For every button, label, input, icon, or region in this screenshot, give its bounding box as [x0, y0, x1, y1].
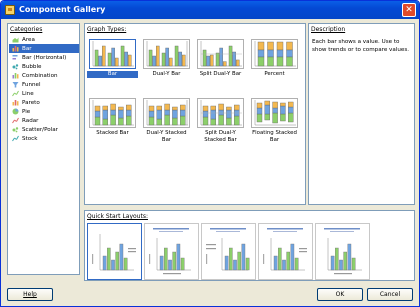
graph-type-label: Floating Stacked Bar — [252, 130, 297, 143]
category-item[interactable]: Bubble — [9, 62, 79, 71]
category-item-label: Bar (Horizontal) — [22, 54, 67, 61]
graph-type-option[interactable]: Dual-Y Stacked Bar — [141, 96, 192, 152]
quick-start-layout-thumbnail[interactable] — [258, 223, 313, 280]
category-item[interactable]: Funnel — [9, 80, 79, 89]
category-item[interactable]: Bar (Horizontal) — [9, 53, 79, 62]
graph-types-panel: Graph Types: Bar Dual-Y Bar Split Dual-Y B… — [84, 23, 306, 205]
category-item[interactable]: Stock — [9, 134, 79, 143]
graph-type-thumbnail — [143, 98, 190, 128]
category-item-label: Funnel — [22, 81, 41, 88]
graph-type-label: Percent — [264, 71, 285, 77]
close-button[interactable]: ✕ — [402, 3, 416, 17]
category-item-label: Pie — [22, 108, 31, 115]
category-item-label: Radar — [22, 117, 39, 124]
graph-type-thumbnail — [197, 98, 244, 128]
graph-type-label: Split Dual-Y Stacked Bar — [204, 130, 237, 143]
line-chart-icon — [12, 90, 19, 97]
quick-start-layout-thumbnail[interactable] — [144, 223, 199, 280]
stock-chart-icon — [12, 135, 19, 142]
category-item[interactable]: Pareto — [9, 98, 79, 107]
description-header: Description — [311, 26, 346, 33]
category-item[interactable]: Pie — [9, 107, 79, 116]
category-item-label: Bar — [22, 45, 32, 52]
quick-start-layout-thumbnail[interactable] — [201, 223, 256, 280]
quick-start-header: Quick Start Layouts: — [87, 213, 148, 220]
category-item[interactable]: Bar — [9, 44, 79, 53]
graph-type-label: Dual-Y Bar — [152, 71, 181, 77]
category-item[interactable]: Scatter/Polar — [9, 125, 79, 134]
horizontal-bar-chart-icon — [12, 54, 19, 61]
quick-start-layout-thumbnail[interactable] — [87, 223, 142, 280]
graph-type-option[interactable]: Split Dual-Y Stacked Bar — [195, 96, 246, 152]
bar-chart-icon — [12, 45, 19, 52]
cancel-button[interactable]: Cancel — [367, 288, 413, 301]
window-title: Component Gallery — [19, 5, 106, 14]
quick-start-layout-thumbnail[interactable] — [315, 223, 370, 280]
graph-type-thumbnail — [251, 39, 298, 69]
graph-type-option[interactable]: Floating Stacked Bar — [249, 96, 300, 152]
category-item[interactable]: Radar — [9, 116, 79, 125]
graph-type-thumbnail — [89, 39, 136, 69]
graph-type-option[interactable]: Percent — [249, 37, 300, 93]
description-text: Each bar shows a value. Use to show tren… — [312, 39, 410, 53]
graph-type-thumbnail — [197, 39, 244, 69]
title-bar[interactable]: Component Gallery ✕ — [1, 1, 419, 19]
graph-type-label: Dual-Y Stacked Bar — [146, 130, 187, 143]
categories-header: Categories — [10, 26, 43, 33]
category-item-label: Pareto — [22, 99, 40, 106]
combination-chart-icon — [12, 72, 19, 79]
category-item-label: Scatter/Polar — [22, 126, 58, 133]
category-item-label: Area — [22, 36, 35, 43]
pie-chart-icon — [12, 108, 19, 115]
graph-type-thumbnail — [89, 98, 136, 128]
category-item-label: Line — [22, 90, 34, 97]
category-item[interactable]: Combination — [9, 71, 79, 80]
graph-type-option[interactable]: Dual-Y Bar — [141, 37, 192, 93]
pareto-chart-icon — [12, 99, 19, 106]
help-button[interactable]: Help — [7, 288, 53, 301]
graph-type-option[interactable]: Split Dual-Y Bar — [195, 37, 246, 93]
graph-type-option[interactable]: Stacked Bar — [87, 96, 138, 152]
gallery-app-icon — [5, 5, 15, 15]
radar-chart-icon — [12, 117, 19, 124]
graph-type-label: Bar — [87, 71, 138, 78]
funnel-chart-icon — [12, 81, 19, 88]
categories-panel: Categories Area Bar Bar (Horizontal) Bubble… — [7, 23, 80, 275]
graph-type-option[interactable]: Bar — [87, 37, 138, 93]
category-item-label: Stock — [22, 135, 38, 142]
quick-start-layouts-panel: Quick Start Layouts: — [84, 210, 415, 281]
ok-button[interactable]: OK — [317, 288, 363, 301]
graph-type-label: Stacked Bar — [96, 130, 129, 136]
category-item[interactable]: Area — [9, 35, 79, 44]
category-item-label: Combination — [22, 72, 58, 79]
graph-type-label: Split Dual-Y Bar — [199, 71, 242, 77]
graph-type-thumbnail — [143, 39, 190, 69]
categories-list: Area Bar Bar (Horizontal) Bubble Combination… — [9, 35, 79, 143]
component-gallery-dialog: Component Gallery ✕ Categories Area Bar Ba… — [0, 0, 420, 307]
description-panel: Description Each bar shows a value. Use … — [308, 23, 415, 205]
area-chart-icon — [12, 36, 19, 43]
graph-types-header: Graph Types: — [87, 26, 127, 33]
bubble-chart-icon — [12, 63, 19, 70]
scatter-chart-icon — [12, 126, 19, 133]
graph-type-thumbnail — [251, 98, 298, 128]
category-item-label: Bubble — [22, 63, 42, 70]
category-item[interactable]: Line — [9, 89, 79, 98]
